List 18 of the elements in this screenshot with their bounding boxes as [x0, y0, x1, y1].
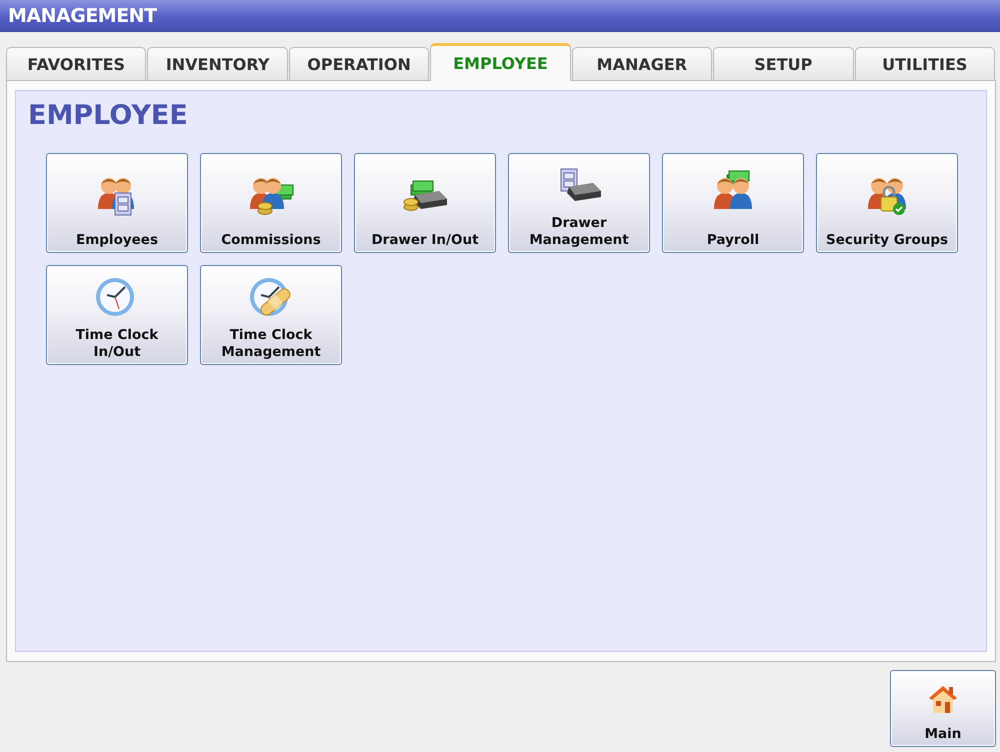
tile-button[interactable]: Security Groups: [816, 153, 958, 253]
tile-button[interactable]: Drawer In/Out: [354, 153, 496, 253]
tile-button[interactable]: Payroll: [662, 153, 804, 253]
tab[interactable]: OPERATION: [288, 47, 430, 81]
tile-button[interactable]: Drawer Management: [508, 153, 650, 253]
section-heading: EMPLOYEE: [28, 99, 189, 133]
tab[interactable]: FAVORITES: [6, 47, 146, 81]
window-title: MANAGEMENT: [8, 4, 157, 26]
tab[interactable]: INVENTORY: [147, 47, 288, 81]
tile-button[interactable]: Time Clock In/Out: [46, 265, 188, 365]
tile-button[interactable]: Time Clock Management: [200, 265, 342, 365]
tab[interactable]: MANAGER: [572, 47, 712, 81]
tile-button[interactable]: Commissions: [200, 153, 342, 253]
tab[interactable]: EMPLOYEE: [430, 43, 571, 81]
tab[interactable]: SETUP: [713, 47, 854, 81]
main-button[interactable]: Main: [890, 670, 996, 747]
tab[interactable]: UTILITIES: [854, 47, 995, 81]
tile-button[interactable]: Employees: [46, 153, 188, 253]
